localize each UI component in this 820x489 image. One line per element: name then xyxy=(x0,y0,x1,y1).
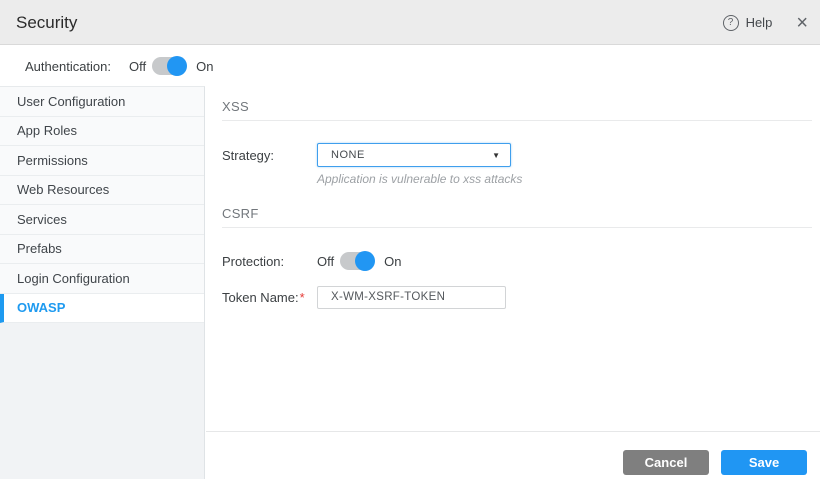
cancel-button[interactable]: Cancel xyxy=(623,450,709,475)
protection-off-label: Off xyxy=(317,254,334,269)
sidebar-item-login-configuration[interactable]: Login Configuration xyxy=(0,264,204,294)
protection-on-label: On xyxy=(384,254,401,269)
token-name-input[interactable] xyxy=(317,286,506,309)
header-actions: ? Help × xyxy=(723,0,808,45)
owasp-panel: XSS Strategy: NONE ▼ Application is vuln… xyxy=(206,86,820,489)
footer-actions: Cancel Save xyxy=(623,450,807,475)
token-name-label: Token Name:* xyxy=(222,290,317,305)
strategy-label: Strategy: xyxy=(222,148,317,163)
strategy-select[interactable]: NONE ▼ xyxy=(317,143,511,167)
sidebar-item-app-roles[interactable]: App Roles xyxy=(0,117,204,147)
toggle-knob xyxy=(355,251,375,271)
authentication-toggle[interactable] xyxy=(152,57,186,75)
authentication-row: Authentication: Off On xyxy=(0,46,820,86)
sidebar-item-prefabs[interactable]: Prefabs xyxy=(0,235,204,265)
settings-sidebar: User Configuration App Roles Permissions… xyxy=(0,86,205,479)
help-button[interactable]: Help xyxy=(746,15,773,30)
dropdown-arrow-icon: ▼ xyxy=(492,151,500,160)
sidebar-item-web-resources[interactable]: Web Resources xyxy=(0,176,204,206)
sidebar-item-owasp[interactable]: OWASP xyxy=(0,294,204,324)
token-name-row: Token Name:* xyxy=(222,285,820,309)
authentication-toggle-group: Off On xyxy=(129,57,213,75)
authentication-on-label: On xyxy=(196,59,213,74)
token-name-label-text: Token Name: xyxy=(222,290,299,305)
xss-section-divider xyxy=(222,120,812,121)
sidebar-item-services[interactable]: Services xyxy=(0,205,204,235)
dialog-header: Security ? Help × xyxy=(0,0,820,45)
sidebar-item-permissions[interactable]: Permissions xyxy=(0,146,204,176)
xss-section-heading: XSS xyxy=(222,99,812,114)
close-icon[interactable]: × xyxy=(796,13,808,33)
required-marker: * xyxy=(300,290,305,305)
xss-helper-text: Application is vulnerable to xss attacks xyxy=(317,172,820,186)
sidebar-item-user-configuration[interactable]: User Configuration xyxy=(0,87,204,117)
strategy-row: Strategy: NONE ▼ xyxy=(222,143,820,167)
help-icon[interactable]: ? xyxy=(723,15,739,31)
csrf-section-heading: CSRF xyxy=(222,206,812,221)
save-button[interactable]: Save xyxy=(721,450,807,475)
csrf-section-divider xyxy=(222,227,812,228)
protection-row: Protection: Off On xyxy=(222,251,820,271)
authentication-off-label: Off xyxy=(129,59,146,74)
toggle-knob xyxy=(167,56,187,76)
authentication-label: Authentication: xyxy=(25,59,111,74)
protection-label: Protection: xyxy=(222,254,317,269)
page-title: Security xyxy=(16,0,77,45)
strategy-selected-value: NONE xyxy=(331,149,365,161)
protection-toggle[interactable] xyxy=(340,252,374,270)
protection-toggle-group: Off On xyxy=(317,252,401,270)
footer-divider xyxy=(206,431,820,432)
